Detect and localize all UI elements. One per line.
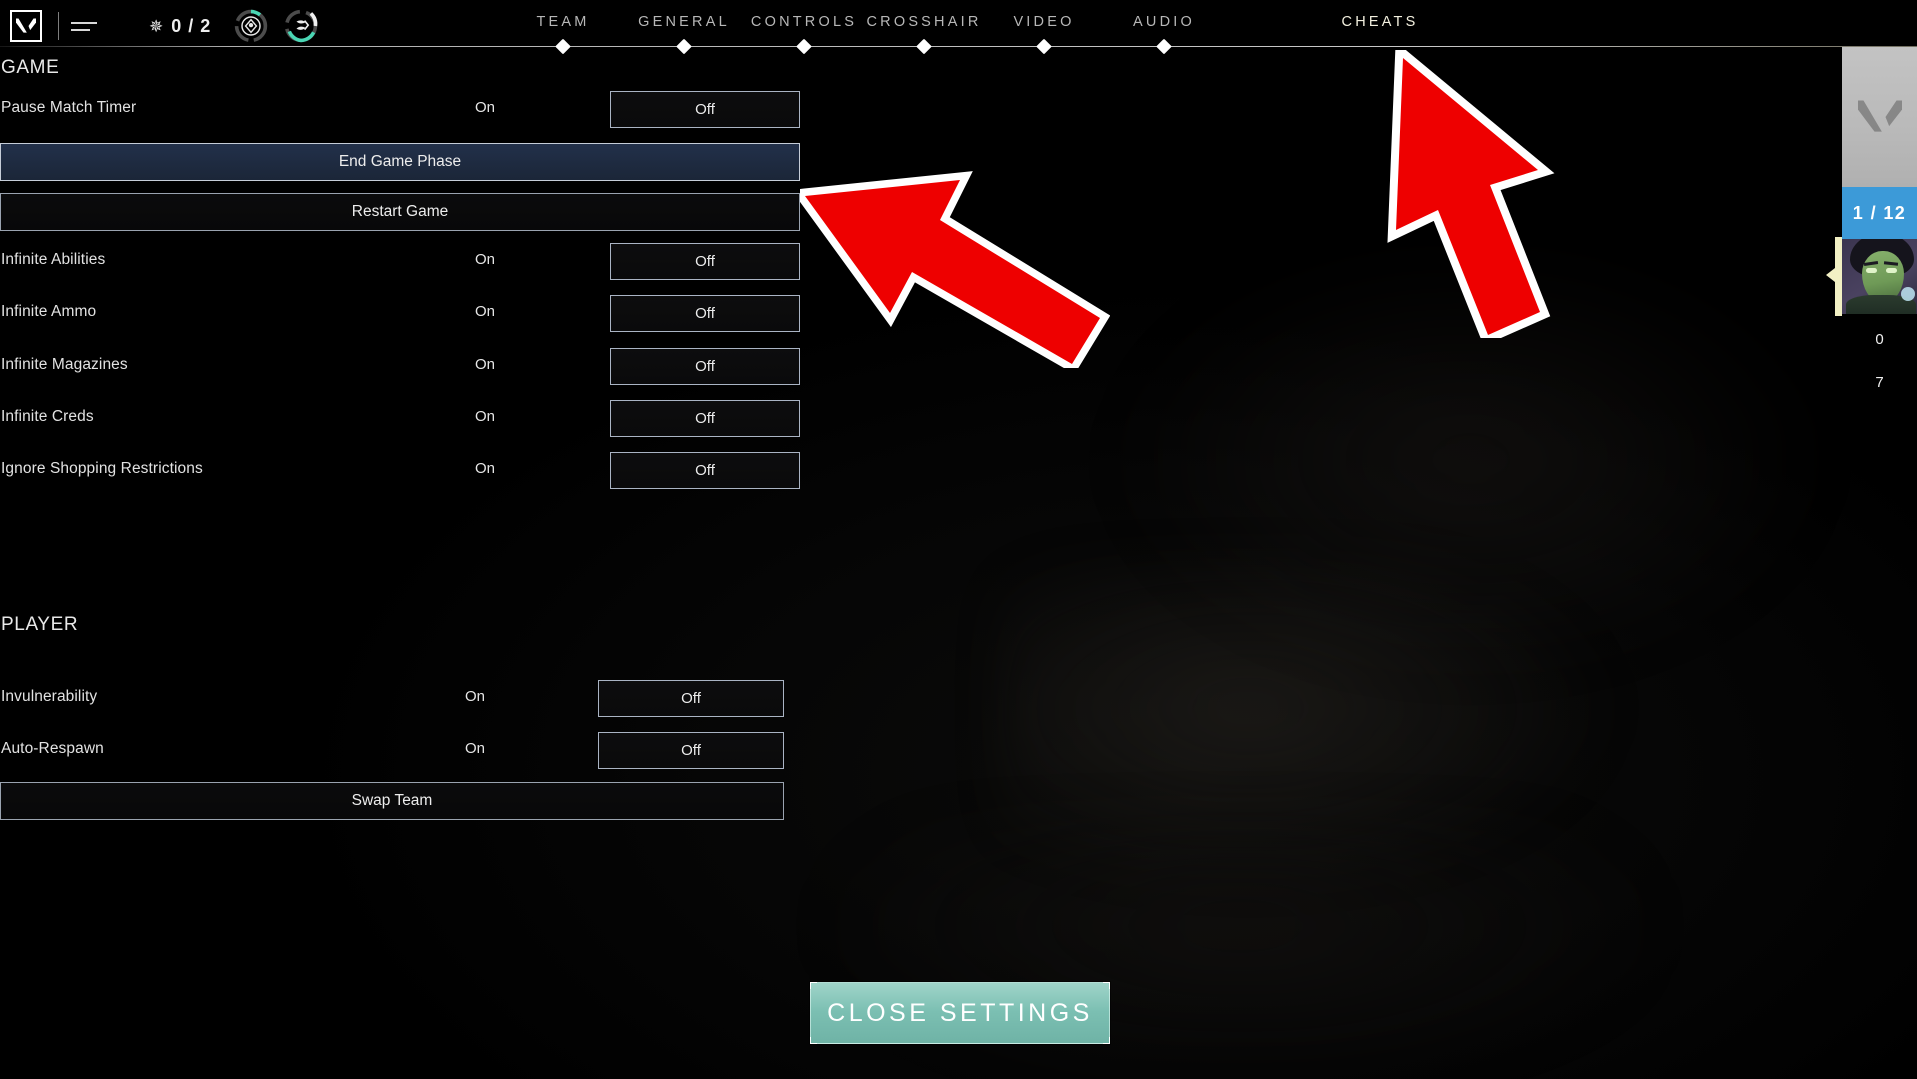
tab-video[interactable]: VIDEO: [1013, 14, 1074, 30]
setting-label: Pause Match Timer: [1, 99, 137, 116]
close-settings-label: CLOSE SETTINGS: [827, 998, 1093, 1027]
sidebar-stat-value: 0: [1875, 331, 1884, 348]
setting-label: Infinite Abilities: [1, 251, 106, 268]
agent-selection-marker: [1835, 237, 1842, 316]
setting-option-off[interactable]: Off: [610, 295, 800, 332]
sidebar-stat-value: 7: [1875, 374, 1884, 391]
setting-option-off[interactable]: Off: [598, 680, 784, 717]
setting-option-off[interactable]: Off: [610, 452, 800, 489]
round-counter-badge: 1 / 12: [1842, 187, 1917, 239]
setting-label: Infinite Ammo: [1, 303, 97, 320]
section-title-game: GAME: [1, 57, 60, 78]
setting-option-off[interactable]: Off: [610, 400, 800, 437]
setting-option-on[interactable]: On: [455, 408, 515, 425]
settings-panel: GAME Pause Match Timer On Off End Game Phase…: [0, 47, 900, 1079]
tab-crosshair[interactable]: CROSSHAIR: [866, 14, 981, 30]
ability-snakebite-icon[interactable]: [283, 8, 319, 44]
setting-label: Infinite Creds: [1, 408, 94, 425]
setting-option-off[interactable]: Off: [610, 243, 800, 280]
spike-counter: ✵ 0 / 2: [149, 16, 211, 37]
setting-option-off[interactable]: Off: [610, 91, 800, 128]
tab-audio[interactable]: AUDIO: [1133, 14, 1195, 30]
hud-divider: [58, 12, 59, 40]
round-sidebar: 1 / 12 0 7: [1820, 47, 1917, 1079]
tab-controls[interactable]: CONTROLS: [751, 14, 857, 30]
ability-icons-group: [233, 8, 319, 44]
setting-option-on[interactable]: On: [445, 740, 505, 757]
corner-marker: [1103, 982, 1110, 989]
tab-cheats[interactable]: CHEATS: [1342, 14, 1419, 30]
corner-marker: [810, 1037, 817, 1044]
portrait-eye: [1866, 268, 1877, 273]
corner-marker: [810, 982, 817, 989]
section-title-player: PLAYER: [1, 614, 79, 635]
tab-team[interactable]: TEAM: [536, 14, 589, 30]
valorant-v-glyph-icon: [16, 18, 36, 33]
action-button-swap-team[interactable]: Swap Team: [0, 782, 784, 820]
setting-option-on[interactable]: On: [455, 356, 515, 373]
background-scene-glow: [1120, 250, 1820, 670]
setting-option-on[interactable]: On: [445, 688, 505, 705]
agent-portrait-viper-icon[interactable]: [1842, 239, 1917, 314]
portrait-eye: [1886, 268, 1897, 273]
corner-marker: [1103, 1037, 1110, 1044]
setting-label: Auto-Respawn: [1, 740, 104, 757]
tab-general[interactable]: GENERAL: [638, 14, 730, 30]
sidebar-valorant-logo-icon: [1842, 47, 1917, 187]
setting-label: Ignore Shopping Restrictions: [1, 460, 203, 477]
portrait-orb: [1901, 287, 1915, 301]
left-arrow-marker-icon: [1826, 268, 1835, 282]
valorant-v-glyph-icon: [1857, 100, 1902, 132]
ability-orb-icon[interactable]: [233, 8, 269, 44]
action-button-end-game-phase[interactable]: End Game Phase: [0, 143, 800, 181]
setting-option-on[interactable]: On: [455, 99, 515, 116]
setting-option-off[interactable]: Off: [598, 732, 784, 769]
action-button-restart-game[interactable]: Restart Game: [0, 193, 800, 231]
valorant-settings-screen: ✵ 0 / 2 TEAM GENERAL CONTROLS CROSSHAIR …: [0, 0, 1917, 1079]
spike-icon: ✵: [149, 16, 164, 36]
red-arrow-pointing-up: [1387, 50, 1555, 338]
menu-icon[interactable]: [71, 21, 97, 31]
spike-count-label: 0 / 2: [171, 15, 212, 36]
portrait-face: [1862, 251, 1904, 301]
setting-option-on[interactable]: On: [455, 460, 515, 477]
setting-option-on[interactable]: On: [455, 251, 515, 268]
close-settings-button[interactable]: CLOSE SETTINGS: [810, 982, 1110, 1044]
setting-label: Invulnerability: [1, 688, 98, 705]
setting-option-on[interactable]: On: [455, 303, 515, 320]
valorant-logo-icon[interactable]: [10, 10, 42, 42]
hud-left-cluster: ✵ 0 / 2: [0, 0, 319, 52]
setting-label: Infinite Magazines: [1, 356, 128, 373]
setting-option-off[interactable]: Off: [610, 348, 800, 385]
background-scene-glow: [1000, 560, 1620, 890]
